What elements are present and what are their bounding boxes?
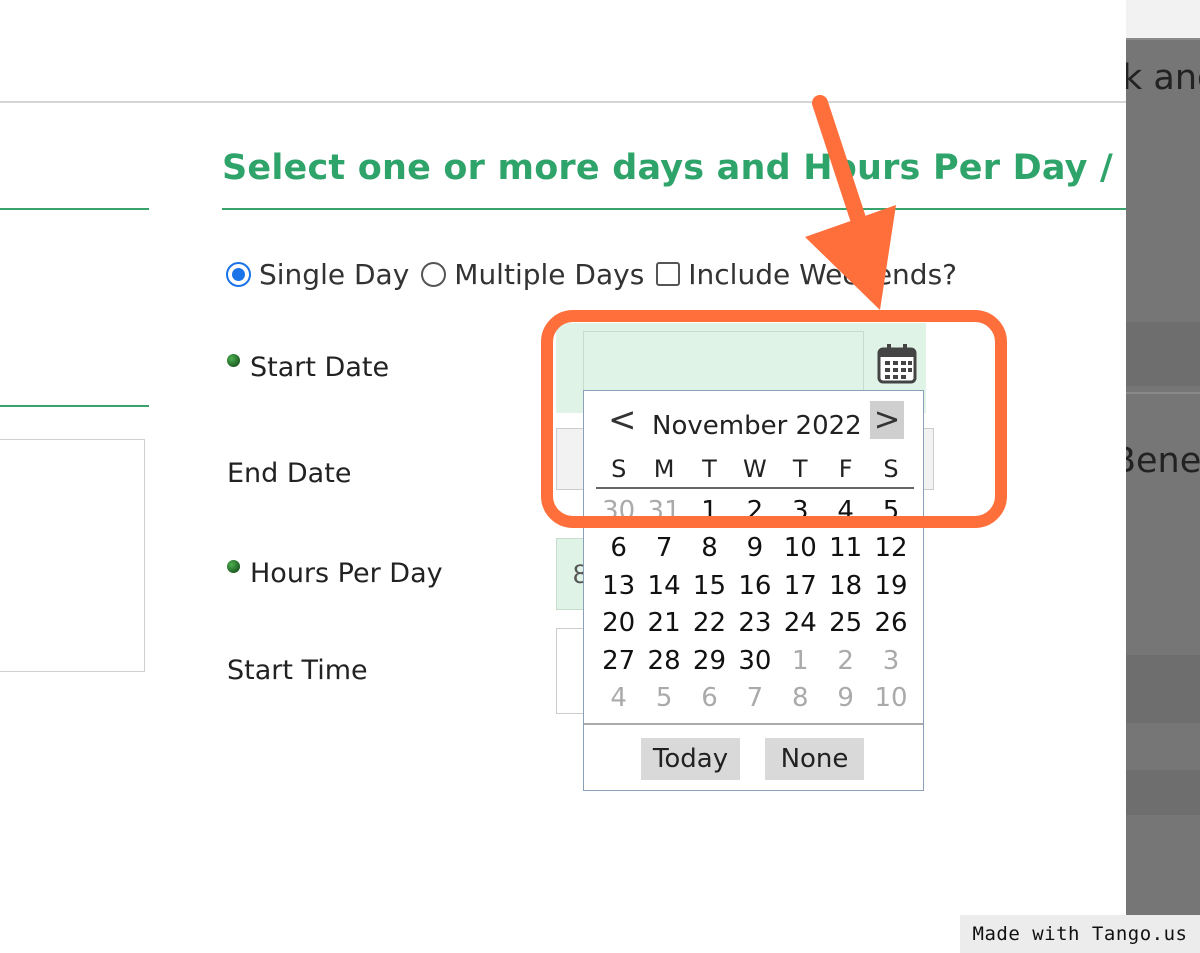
left-divider-1 <box>0 208 149 210</box>
backdrop-band <box>1126 655 1200 723</box>
backdrop-text-top: k and <box>1122 58 1200 98</box>
multiple-days-radio[interactable] <box>421 261 447 287</box>
hours-per-day-text: Hours Per Day <box>250 558 443 589</box>
calendar-day[interactable]: 15 <box>687 571 732 601</box>
calendar-day[interactable]: 6 <box>596 533 641 563</box>
calendar-day[interactable]: 28 <box>641 646 686 676</box>
start-date-text: Start Date <box>250 352 390 383</box>
backdrop-band <box>1126 322 1200 386</box>
title-divider <box>222 208 1126 210</box>
calendar-day[interactable]: 30 <box>732 646 777 676</box>
calendar-day[interactable]: 9 <box>823 683 868 713</box>
calendar-day[interactable]: 1 <box>778 646 823 676</box>
single-day-option[interactable]: Single Day <box>226 258 409 291</box>
end-date-text: End Date <box>227 458 352 489</box>
end-date-label: End Date <box>227 458 351 489</box>
calendar-day[interactable]: 4 <box>596 683 641 713</box>
single-day-label: Single Day <box>259 257 410 291</box>
calendar-day[interactable]: 22 <box>687 608 732 638</box>
calendar-day[interactable]: 25 <box>823 608 868 638</box>
start-time-text: Start Time <box>227 655 368 686</box>
start-date-label: Start Date <box>227 352 389 383</box>
calendar-day[interactable]: 26 <box>868 608 913 638</box>
calendar-week: 27 28 29 30 1 2 3 <box>596 642 914 680</box>
calendar-week: 4 5 6 7 8 9 10 <box>596 680 914 718</box>
multiple-days-label: Multiple Days <box>454 257 645 291</box>
calendar-day[interactable]: 23 <box>732 608 777 638</box>
include-weekends-checkbox[interactable] <box>656 262 681 286</box>
tango-watermark: Made with Tango.us <box>960 915 1200 953</box>
calendar-week: 20 21 22 23 24 25 26 <box>596 605 914 643</box>
required-dot-icon <box>227 560 240 573</box>
calendar-day[interactable]: 17 <box>778 571 823 601</box>
required-dot-icon <box>227 354 240 367</box>
calendar-week: 13 14 15 16 17 18 19 <box>596 567 914 605</box>
calendar-day[interactable]: 13 <box>596 571 641 601</box>
calendar-day[interactable]: 29 <box>687 646 732 676</box>
calendar-day[interactable]: 8 <box>687 533 732 563</box>
multiple-days-option[interactable]: Multiple Days <box>421 258 644 291</box>
calendar-day[interactable]: 24 <box>778 608 823 638</box>
calendar-day[interactable]: 2 <box>823 646 868 676</box>
calendar-day[interactable]: 27 <box>596 646 641 676</box>
annotation-highlight-box <box>541 310 1007 528</box>
calendar-day[interactable]: 10 <box>868 683 913 713</box>
calendar-day[interactable]: 18 <box>823 571 868 601</box>
calendar-day[interactable]: 6 <box>687 683 732 713</box>
calendar-week: 6 7 8 9 10 11 12 <box>596 530 914 568</box>
single-day-radio[interactable] <box>226 261 251 287</box>
calendar-day[interactable]: 9 <box>732 533 777 563</box>
left-panel-box <box>0 439 145 672</box>
backdrop-band <box>1126 770 1200 815</box>
calendar-day[interactable]: 7 <box>641 533 686 563</box>
calendar-day[interactable]: 21 <box>641 608 686 638</box>
top-divider <box>0 101 1126 103</box>
calendar-day[interactable]: 14 <box>641 571 686 601</box>
none-button[interactable]: None <box>765 738 864 780</box>
section-title: Select one or more days and Hours Per Da… <box>222 148 1200 188</box>
left-divider-2 <box>0 405 149 407</box>
start-time-label: Start Time <box>227 655 368 686</box>
backdrop-divider <box>1126 38 1200 40</box>
calendar-day[interactable]: 11 <box>823 533 868 563</box>
calendar-day[interactable]: 16 <box>732 571 777 601</box>
backdrop-divider <box>1126 392 1200 394</box>
today-button[interactable]: Today <box>641 738 740 780</box>
calendar-day[interactable]: 19 <box>868 571 913 601</box>
hours-per-day-label: Hours Per Day <box>227 558 443 589</box>
calendar-day[interactable]: 10 <box>778 533 823 563</box>
backdrop-top-band <box>1126 0 1200 38</box>
calendar-day[interactable]: 12 <box>868 533 913 563</box>
calendar-footer: Today None <box>584 723 923 791</box>
calendar-day[interactable]: 5 <box>641 683 686 713</box>
calendar-day[interactable]: 8 <box>778 683 823 713</box>
calendar-day[interactable]: 20 <box>596 608 641 638</box>
calendar-day[interactable]: 7 <box>732 683 777 713</box>
annotation-arrow-icon <box>805 95 896 310</box>
calendar-day[interactable]: 3 <box>868 646 913 676</box>
